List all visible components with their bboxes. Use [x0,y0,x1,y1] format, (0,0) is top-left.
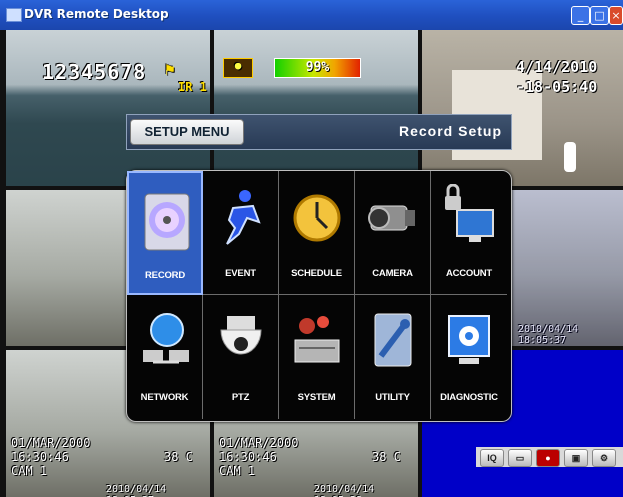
menu-item-ptz[interactable]: PTZ [203,295,279,419]
menu-item-schedule[interactable]: SCHEDULE [279,171,355,295]
page-title: Record Setup [398,123,502,139]
menu-item-network[interactable]: NETWORK [127,295,203,419]
system-gears-icon [294,316,340,363]
dome-camera-icon [220,316,262,355]
recording-indicator-icon: ● [223,58,253,78]
camera-tile-2[interactable] [214,30,418,186]
menu-item-label: SCHEDULE [291,268,342,279]
minimize-button[interactable]: _ [571,6,590,25]
cam-date-overlay: 01/MAR/2000 [11,436,91,450]
menu-item-camera[interactable]: CAMERA [355,171,431,295]
close-button[interactable]: × [609,6,623,25]
app-icon [6,8,22,22]
disk-usage-percent: 99% [305,60,330,75]
setup-menu-button[interactable]: SETUP MENU [130,119,244,145]
menu-item-diagnostic[interactable]: DIAGNOSTIC [431,295,507,419]
iq-button[interactable]: IQ [480,449,504,467]
timestamp-overlay: 2010/04/14 18:05:38 [314,484,375,497]
cam-time-overlay: 16:30:46 [219,450,277,464]
camera-view: 2010/04/14 18:05:37 01/MAR/2000 16:30:46… [0,30,623,497]
camera-id-label: 12345678 [42,60,147,84]
menu-item-label: SYSTEM [297,392,336,403]
camera-tile-1[interactable] [6,30,210,186]
record-icon[interactable]: ● [536,449,560,467]
temperature-overlay: 38 C [164,450,193,464]
running-man-icon [226,190,261,245]
cam-name-overlay: CAM 1 [219,464,256,478]
menu-item-system[interactable]: SYSTEM [279,295,355,419]
display-icon[interactable]: ▭ [508,449,532,467]
timestamp-overlay: 2010/04/14 18:05:37 [106,484,167,497]
menu-item-label: NETWORK [140,392,189,403]
menu-item-event[interactable]: EVENT [203,171,279,295]
menu-item-label: ACCOUNT [445,268,493,279]
setup-header: SETUP MENU Record Setup [126,114,512,150]
window-title-bar: DVR Remote Desktop _ □ × [0,0,623,30]
maximize-button[interactable]: □ [590,6,609,25]
menu-item-label: DIAGNOSTIC [440,392,498,403]
menu-item-utility[interactable]: UTILITY [355,295,431,419]
time-label: -18-05:40 [516,78,598,96]
motion-icon: ⚑ [165,60,175,79]
settings-icon[interactable]: ⚙ [592,449,616,467]
clock-icon [293,194,341,242]
cam-time-overlay: 16:30:46 [11,450,69,464]
monitor-icon[interactable]: ▣ [564,449,588,467]
camera-tile-3[interactable] [422,30,623,186]
menu-item-label: UTILITY [375,392,410,403]
temperature-overlay: 38 C [372,450,401,464]
disk-usage-bar: 99% [274,58,361,78]
diagnostic-gear-icon [448,315,490,364]
cam-name-overlay: CAM 1 [11,464,48,478]
ir-label: IR 1 [178,80,207,94]
record-disc-icon [144,193,190,251]
menu-item-record[interactable]: RECORD [127,171,203,295]
window-title: DVR Remote Desktop [24,7,169,21]
cam-date-overlay: 01/MAR/2000 [219,436,299,450]
menu-item-label: PTZ [231,392,250,403]
wrench-icon [374,313,412,367]
menu-item-label: CAMERA [372,268,413,279]
lock-monitor-icon [445,184,494,242]
camera-icon [368,205,415,231]
setup-menu-grid: RECORD EVENT SCHEDULE CAMERA ACCOUNT NET… [126,170,512,422]
status-tray: IQ ▭ ● ▣ ⚙ [476,447,623,467]
menu-item-label: EVENT [225,268,256,279]
globe-network-icon [143,313,189,364]
timestamp-overlay: 2010/04/14 18:05:37 [518,324,579,346]
menu-item-label: RECORD [145,270,185,281]
menu-item-account[interactable]: ACCOUNT [431,171,507,295]
date-label: 4/14/2010 [516,58,598,76]
